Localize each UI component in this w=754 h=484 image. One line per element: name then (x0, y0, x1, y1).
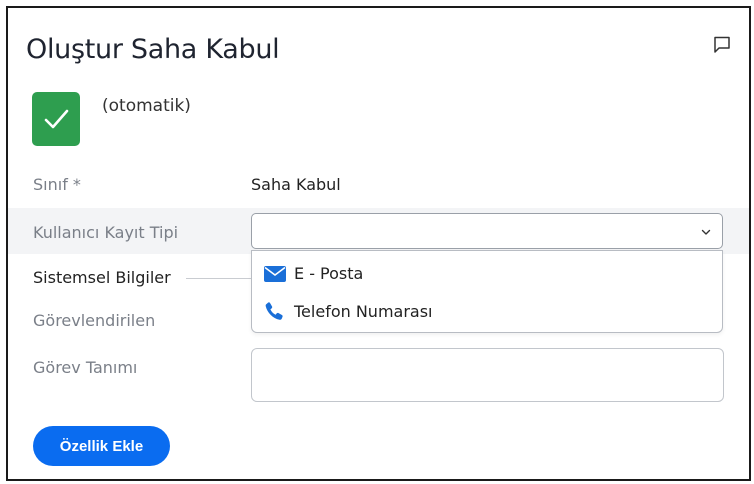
record-type-dropdown: E - Posta Telefon Numarası (251, 250, 723, 333)
dropdown-option-label: Telefon Numarası (294, 301, 433, 321)
user-record-type-select[interactable] (251, 213, 723, 249)
dropdown-option-email[interactable]: E - Posta (264, 264, 363, 283)
phone-icon (265, 302, 283, 320)
dropdown-option-label: E - Posta (294, 264, 364, 283)
task-description-label: Görev Tanımı (33, 358, 138, 377)
class-value: Saha Kabul (251, 175, 341, 194)
class-label: Sınıf * (33, 175, 81, 194)
page-title: Oluştur Saha Kabul (26, 34, 280, 65)
add-feature-button[interactable]: Özellik Ekle (33, 426, 170, 466)
user-record-type-label: Kullanıcı Kayıt Tipi (33, 223, 179, 242)
mail-icon (264, 265, 286, 282)
auto-label: (otomatik) (102, 96, 191, 116)
chevron-down-icon (701, 229, 711, 235)
assignee-label: Görevlendirilen (33, 311, 156, 330)
checkmark-icon (32, 92, 80, 146)
section-divider (186, 278, 252, 279)
comment-icon[interactable] (712, 35, 732, 55)
dropdown-option-phone[interactable]: Telefon Numarası (264, 301, 433, 321)
task-description-input[interactable] (251, 348, 724, 402)
section-title: Sistemsel Bilgiler (33, 268, 171, 287)
